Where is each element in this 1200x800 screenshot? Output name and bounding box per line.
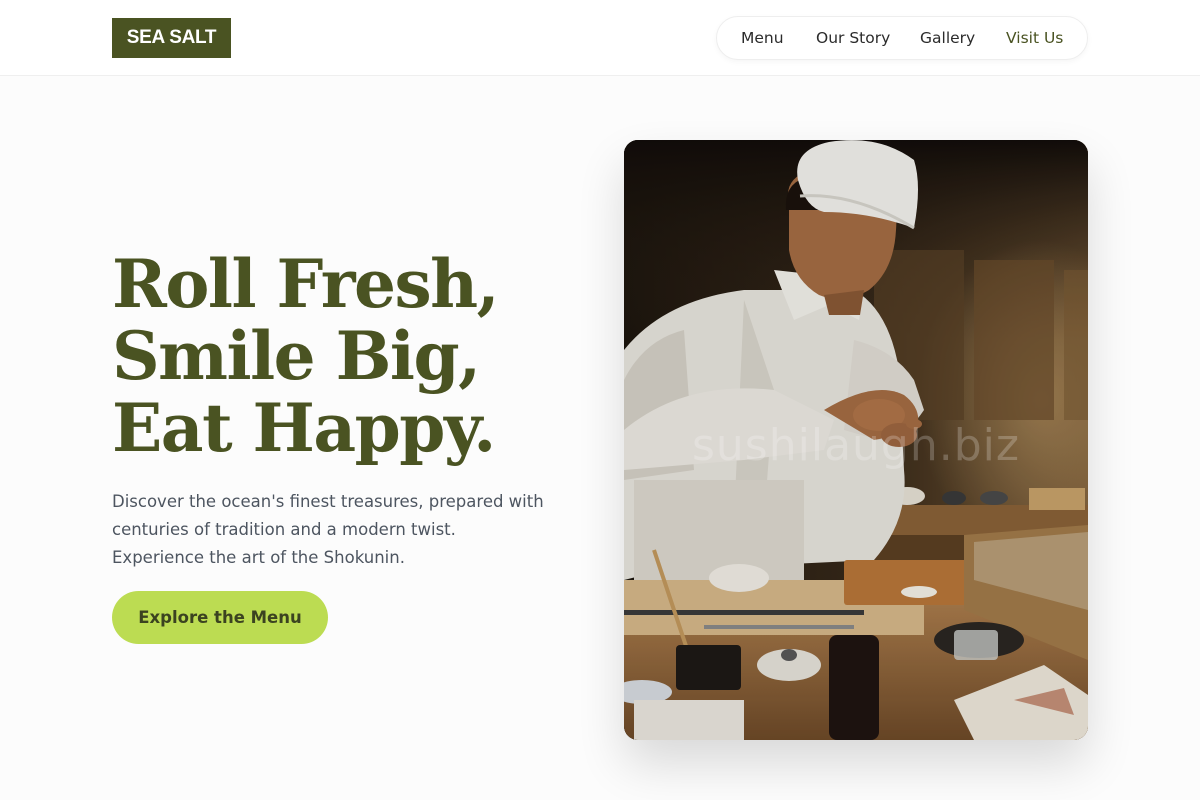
description-line-2: centuries of tradition and a modern twis…	[112, 520, 456, 539]
description-line-3: Experience the art of the Shokunin.	[112, 548, 405, 567]
explore-menu-button[interactable]: Explore the Menu	[112, 591, 328, 644]
nav-item-visit-us[interactable]: Visit Us	[1006, 17, 1063, 59]
headline-line-1: Roll Fresh,	[112, 245, 500, 323]
headline-line-2: Smile Big,	[112, 317, 481, 395]
headline-line-3: Eat Happy.	[112, 389, 496, 467]
description-line-1: Discover the ocean's finest treasures, p…	[112, 492, 544, 511]
main-nav: Menu Our Story Gallery Visit Us	[716, 16, 1088, 60]
nav-item-gallery[interactable]: Gallery	[920, 17, 975, 59]
nav-item-menu[interactable]: Menu	[741, 17, 784, 59]
nav-item-our-story[interactable]: Our Story	[816, 17, 890, 59]
photo-watermark: sushilaugh.biz	[692, 420, 1020, 471]
site-header: SEA SALT Menu Our Story Gallery Visit Us	[0, 0, 1200, 76]
brand-logo[interactable]: SEA SALT	[112, 18, 231, 58]
hero-chef-photo: sushilaugh.biz	[624, 140, 1088, 740]
hero-description: Discover the ocean's finest treasures, p…	[112, 488, 582, 572]
hero-headline: Roll Fresh, Smile Big, Eat Happy.	[112, 248, 592, 464]
